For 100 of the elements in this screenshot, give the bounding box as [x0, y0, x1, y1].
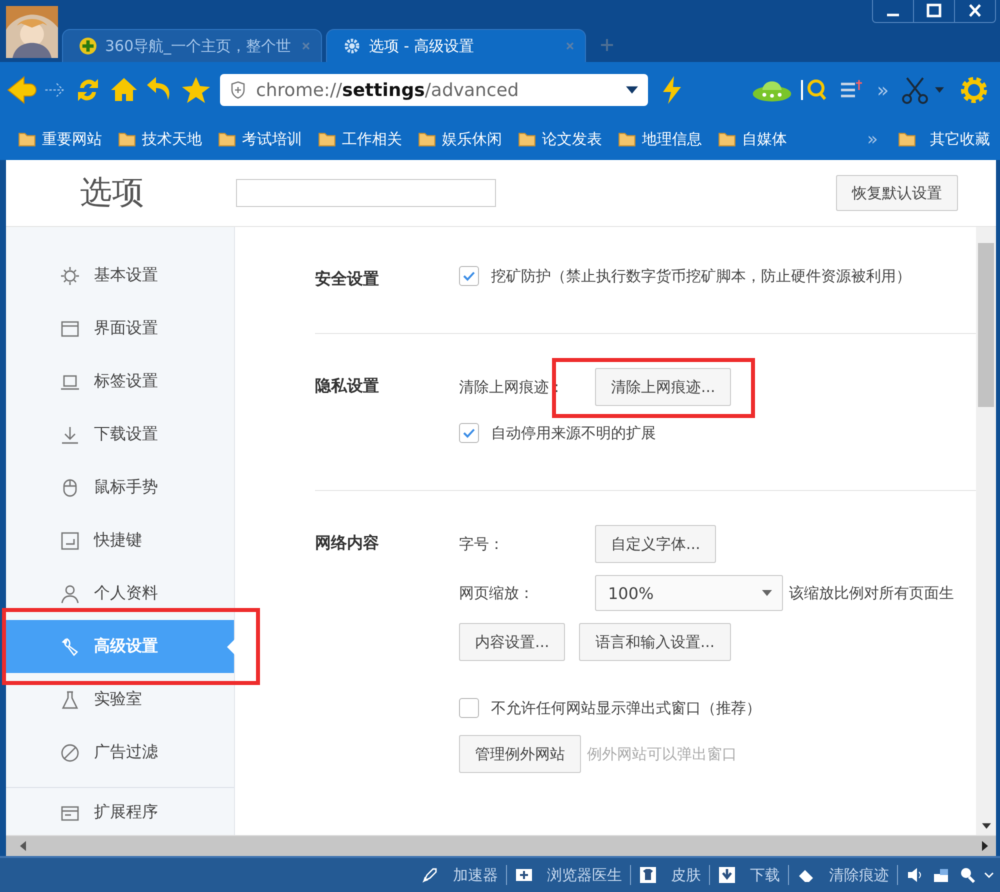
- folder-icon: [518, 131, 536, 147]
- scrollbar-thumb[interactable]: [978, 243, 994, 407]
- sidebar-item[interactable]: 扩展程序: [6, 790, 234, 835]
- folder-icon: [18, 131, 36, 147]
- checkbox[interactable]: [459, 698, 479, 718]
- overflow-chevron[interactable]: »: [876, 78, 889, 102]
- checkbox-option[interactable]: 不允许任何网站显示弹出式窗口（推荐）: [459, 693, 976, 723]
- action-button[interactable]: 内容设置...: [459, 623, 566, 661]
- reset-defaults-button[interactable]: 恢复默认设置: [836, 175, 958, 211]
- section-title: 隐私设置: [315, 375, 380, 397]
- gear-icon: [343, 37, 361, 55]
- person-icon: [60, 584, 80, 604]
- status-bar-item[interactable]: 清除痕迹: [797, 866, 889, 884]
- browser-tab[interactable]: 360导航_一个主页，整个世: [62, 29, 322, 62]
- folder-icon: [618, 131, 636, 147]
- bookmark-label[interactable]: 考试培训: [242, 130, 302, 148]
- sidebar-item[interactable]: 广告过滤: [6, 726, 234, 779]
- bookmark-label[interactable]: 重要网站: [42, 130, 102, 148]
- status-bar-item[interactable]: 浏览器医生: [515, 866, 622, 884]
- checkbox[interactable]: [459, 266, 479, 286]
- shield-icon: [230, 81, 246, 99]
- bookmark-folder[interactable]: 技术天地: [118, 130, 202, 148]
- action-button[interactable]: 管理例外网站: [459, 735, 581, 773]
- caret-icon[interactable]: [984, 872, 994, 878]
- shirt-icon: [639, 866, 657, 884]
- sidebar-item[interactable]: 界面设置: [6, 302, 234, 355]
- overflow-chevron[interactable]: »: [866, 128, 878, 150]
- checkbox-option[interactable]: 挖矿防护（禁止执行数字货币挖矿脚本，防止硬件资源被利用）: [459, 261, 976, 291]
- scroll-down-icon[interactable]: [982, 823, 990, 829]
- sidebar-item[interactable]: 下载设置: [6, 408, 234, 461]
- caret-icon[interactable]: [626, 86, 638, 94]
- action-button[interactable]: 清除上网痕迹...: [595, 368, 732, 406]
- section-title: 安全设置: [315, 268, 380, 290]
- bookmark-folder[interactable]: 论文发表: [518, 130, 602, 148]
- checkbox-option[interactable]: 自动停用来源不明的扩展: [459, 418, 976, 448]
- field-label: 字号：: [459, 534, 505, 554]
- action-button[interactable]: 语言和输入设置...: [579, 623, 731, 661]
- wrench-icon: [60, 636, 80, 656]
- status-bar-item[interactable]: 加速器: [421, 866, 498, 884]
- checkbox[interactable]: [459, 423, 479, 443]
- new-tab-icon[interactable]: [600, 38, 614, 52]
- bookmark-label[interactable]: 自媒体: [742, 130, 787, 148]
- settings-icon[interactable]: [958, 74, 990, 106]
- bookmark-label[interactable]: 娱乐休闲: [442, 130, 502, 148]
- bookmark-folder[interactable]: 其它收藏: [898, 130, 990, 148]
- sidebar-item[interactable]: 高级设置: [6, 620, 234, 673]
- section-title: 网络内容: [315, 532, 380, 554]
- status-bar-item[interactable]: 皮肤: [639, 866, 701, 884]
- bookmark-folder[interactable]: 重要网站: [18, 130, 102, 148]
- folder-icon: [418, 131, 436, 147]
- bookmark-folder[interactable]: 考试培训: [218, 130, 302, 148]
- sidebar-item[interactable]: 个人资料: [6, 567, 234, 620]
- prohibited-icon: [60, 742, 80, 762]
- bookmark-folder[interactable]: 工作相关: [318, 130, 402, 148]
- search-icon[interactable]: [958, 866, 976, 884]
- sidebar-item[interactable]: 快捷键: [6, 514, 234, 567]
- window-icon[interactable]: [932, 866, 950, 884]
- bookmark-label[interactable]: 工作相关: [342, 130, 402, 148]
- checkmark-icon: [462, 269, 476, 283]
- bookmark-label[interactable]: 论文发表: [542, 130, 602, 148]
- download-icon: [718, 866, 736, 884]
- browser-tab[interactable]: 选项 - 高级设置: [326, 29, 586, 62]
- horizontal-scrollbar[interactable]: [6, 835, 996, 856]
- folder-icon: [218, 131, 236, 147]
- medical-kit-icon: [515, 866, 533, 884]
- plus-icon: [79, 37, 97, 55]
- speaker-icon[interactable]: [906, 866, 924, 884]
- status-bar-item[interactable]: 下载: [718, 866, 780, 884]
- checkmark-icon: [462, 426, 476, 440]
- download-icon: [60, 424, 80, 444]
- action-button[interactable]: 自定义字体...: [595, 525, 716, 563]
- hint-text: 例外网站可以弹出窗口: [587, 744, 737, 764]
- caret-icon: [762, 590, 772, 596]
- page-title: 选项: [80, 172, 145, 213]
- scroll-right-icon[interactable]: [982, 841, 988, 851]
- sidebar-item[interactable]: 基本设置: [6, 249, 234, 302]
- gear-icon: [60, 266, 80, 286]
- bookmark-folder[interactable]: 地理信息: [618, 130, 702, 148]
- field-label: 网页缩放：: [459, 584, 535, 602]
- bookmark-folder[interactable]: 自媒体: [718, 130, 787, 148]
- sidebar-item[interactable]: 鼠标手势: [6, 461, 234, 514]
- search-field[interactable]: [236, 179, 496, 207]
- bookmark-label[interactable]: 其它收藏: [930, 130, 990, 148]
- folder-icon: [118, 131, 136, 147]
- back-arrow-icon[interactable]: [6, 74, 38, 106]
- address-bar[interactable]: chrome://settings/advanced: [220, 74, 648, 106]
- sidebar-item[interactable]: 标签设置: [6, 355, 234, 408]
- vertical-scrollbar[interactable]: [976, 227, 996, 835]
- keyboard-icon: [60, 530, 80, 550]
- zoom-note: 该缩放比例对所有页面生: [789, 584, 954, 602]
- bookmark-folder[interactable]: 娱乐休闲: [418, 130, 502, 148]
- flask-icon: [60, 690, 80, 710]
- zoom-dropdown[interactable]: 100%: [595, 575, 783, 611]
- bookmark-label[interactable]: 技术天地: [142, 130, 202, 148]
- window-icon: [60, 318, 80, 338]
- bookmark-label[interactable]: 地理信息: [642, 130, 702, 148]
- scroll-left-icon[interactable]: [20, 841, 26, 851]
- sidebar-item[interactable]: 实验室: [6, 673, 234, 726]
- folder-icon: [898, 131, 916, 147]
- folder-icon: [318, 131, 336, 147]
